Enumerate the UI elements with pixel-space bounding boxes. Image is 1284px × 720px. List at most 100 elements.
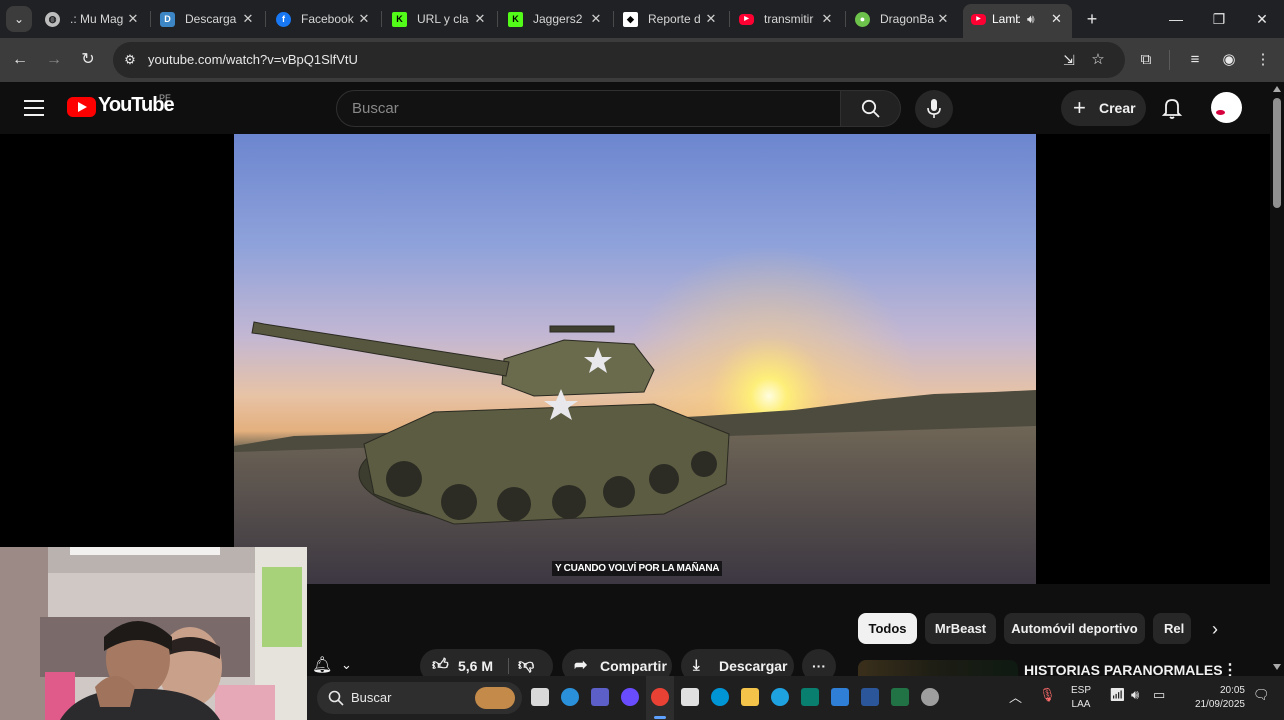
minimize-icon[interactable]: — xyxy=(1154,0,1198,38)
chip-mrbeast[interactable]: MrBeast xyxy=(925,613,996,644)
browser-tab[interactable]: f Facebook ✕ xyxy=(276,4,371,34)
volume-icon[interactable]: 🔊︎ xyxy=(1131,687,1139,703)
media-controls-icon[interactable]: ≡ xyxy=(1183,48,1207,72)
tray-chevron-up-icon[interactable]: ︿ xyxy=(1009,687,1022,706)
copilot-icon[interactable] xyxy=(621,688,639,706)
help-app-icon[interactable] xyxy=(561,688,579,706)
browser-tab[interactable]: ● DragonBa ✕ xyxy=(855,4,950,34)
search-input[interactable]: Buscar xyxy=(336,90,841,127)
facebook-icon: f xyxy=(276,12,291,27)
k-icon: K xyxy=(508,12,523,27)
install-app-icon[interactable]: ⇲ xyxy=(1057,48,1081,72)
youtube-icon: ▶ xyxy=(739,14,754,25)
taskbar-search[interactable]: Buscar xyxy=(317,682,522,714)
calculator-icon[interactable] xyxy=(681,688,699,706)
tab-search-icon[interactable]: ⌄ xyxy=(6,6,32,32)
site-info-icon[interactable]: ⚙︎ xyxy=(121,51,139,69)
wifi-icon[interactable]: 📶︎ xyxy=(1109,687,1126,703)
browser-tab-active[interactable]: ▶ Lamb 🔊︎ ✕ xyxy=(963,4,1072,38)
word-icon[interactable] xyxy=(861,688,879,706)
publisher-icon[interactable] xyxy=(801,688,819,706)
close-tab-icon[interactable]: ✕ xyxy=(126,4,140,34)
extensions-icon[interactable]: ⧉ xyxy=(1134,48,1158,72)
task-view-icon[interactable] xyxy=(531,688,549,706)
browser-tab[interactable]: ◍ .: Mu Mag ✕ xyxy=(45,4,140,34)
video-player[interactable] xyxy=(0,134,1270,584)
search-icon xyxy=(861,99,880,118)
excel-icon[interactable] xyxy=(891,688,909,706)
active-indicator xyxy=(654,716,666,719)
close-tab-icon[interactable]: ✕ xyxy=(589,4,603,34)
chip-related[interactable]: Rel xyxy=(1153,613,1191,644)
back-icon[interactable]: ← xyxy=(8,48,32,72)
video-scene xyxy=(234,236,1036,584)
taskbar-active-app[interactable] xyxy=(646,676,674,720)
close-tab-icon[interactable]: ✕ xyxy=(357,4,371,34)
reload-icon[interactable]: ↻ xyxy=(76,48,100,72)
toolbar-divider xyxy=(1169,50,1170,70)
more-icon: ··· xyxy=(812,658,826,674)
settings-app-icon[interactable] xyxy=(921,688,939,706)
search-icon xyxy=(328,690,344,706)
close-tab-icon[interactable]: ✕ xyxy=(241,4,255,34)
restore-icon[interactable]: ❐ xyxy=(1197,0,1241,38)
browser-tab[interactable]: ▶ transmitir ✕ xyxy=(739,4,834,34)
microphone-icon xyxy=(927,99,941,118)
file-explorer-icon[interactable] xyxy=(741,688,759,706)
tab-divider xyxy=(150,11,151,27)
photos-icon[interactable] xyxy=(831,688,849,706)
browser-tab[interactable]: D Descarga ✕ xyxy=(160,4,255,34)
window-close-icon[interactable]: ✕ xyxy=(1240,0,1284,38)
hp-icon[interactable] xyxy=(711,688,729,706)
windows-taskbar: Buscar ︿ 🎙︎ ESP LAA 📶︎ 🔊︎ ▭ 20:05 21/09/… xyxy=(307,676,1284,720)
language-indicator[interactable]: ESP LAA xyxy=(1071,684,1091,712)
browser-tab[interactable]: K Jaggers2 ✕ xyxy=(508,4,603,34)
subscribe-bell-icon[interactable]: 🔔︎ xyxy=(312,655,332,675)
close-tab-icon[interactable]: ✕ xyxy=(1051,4,1062,34)
account-avatar[interactable] xyxy=(1211,92,1242,123)
teams-icon[interactable] xyxy=(591,688,609,706)
chrome-menu-icon[interactable]: ⋮ xyxy=(1251,48,1275,72)
microphone-tray-icon[interactable]: 🎙︎ xyxy=(1039,687,1056,703)
close-tab-icon[interactable]: ✕ xyxy=(704,4,718,34)
k-icon: K xyxy=(392,12,407,27)
plus-icon: + xyxy=(1073,95,1086,120)
hamburger-menu-icon[interactable] xyxy=(24,100,44,121)
close-tab-icon[interactable]: ✕ xyxy=(936,4,950,34)
bookmark-star-icon[interactable]: ☆ xyxy=(1086,48,1110,72)
page-scrollbar[interactable] xyxy=(1270,82,1284,676)
chevron-right-icon[interactable]: › xyxy=(1203,617,1227,641)
system-clock[interactable]: 20:05 21/09/2025 xyxy=(1185,684,1245,712)
new-tab-icon[interactable]: + xyxy=(1082,4,1102,34)
scroll-down-icon[interactable] xyxy=(1273,664,1281,670)
edge-icon[interactable] xyxy=(771,688,789,706)
chevron-down-icon[interactable]: ⌄ xyxy=(341,657,352,673)
create-button[interactable]: + Crear xyxy=(1061,90,1146,126)
tab-divider xyxy=(381,11,382,27)
notifications-bell-icon[interactable] xyxy=(1160,96,1184,120)
diamond-icon: ◆ xyxy=(623,12,638,27)
search-button[interactable] xyxy=(840,90,901,127)
close-tab-icon[interactable]: ✕ xyxy=(820,4,834,34)
speaker-icon[interactable]: 🔊︎ xyxy=(1027,4,1035,34)
search-highlight-icon xyxy=(475,687,515,709)
forward-icon[interactable]: → xyxy=(42,48,66,72)
youtube-logo-icon[interactable] xyxy=(67,97,96,117)
voice-search-button[interactable] xyxy=(915,90,953,128)
notifications-icon[interactable]: 🗨︎ xyxy=(1253,687,1270,703)
battery-icon[interactable]: ▭ xyxy=(1153,687,1165,703)
webcam-image xyxy=(0,547,307,720)
url-text[interactable]: youtube.com/watch?v=vBpQ1SlfVtU xyxy=(148,42,358,78)
browser-tab[interactable]: ◆ Reporte d ✕ xyxy=(623,4,718,34)
dragon-icon: ● xyxy=(855,12,870,27)
close-tab-icon[interactable]: ✕ xyxy=(473,4,487,34)
chip-sports-car[interactable]: Automóvil deportivo xyxy=(1004,613,1145,644)
profile-icon[interactable]: ◉ xyxy=(1217,48,1241,72)
address-bar[interactable]: ⚙︎ youtube.com/watch?v=vBpQ1SlfVtU ⇲ ☆ xyxy=(113,42,1125,78)
browser-tab[interactable]: K URL y cla ✕ xyxy=(392,4,487,34)
scrollbar-thumb[interactable] xyxy=(1273,98,1281,208)
scroll-up-icon[interactable] xyxy=(1273,86,1281,92)
video-frame[interactable] xyxy=(234,134,1036,584)
chip-all[interactable]: Todos xyxy=(858,613,917,644)
browser-tab-strip: ⌄ ◍ .: Mu Mag ✕ D Descarga ✕ f Facebook … xyxy=(0,0,1284,38)
